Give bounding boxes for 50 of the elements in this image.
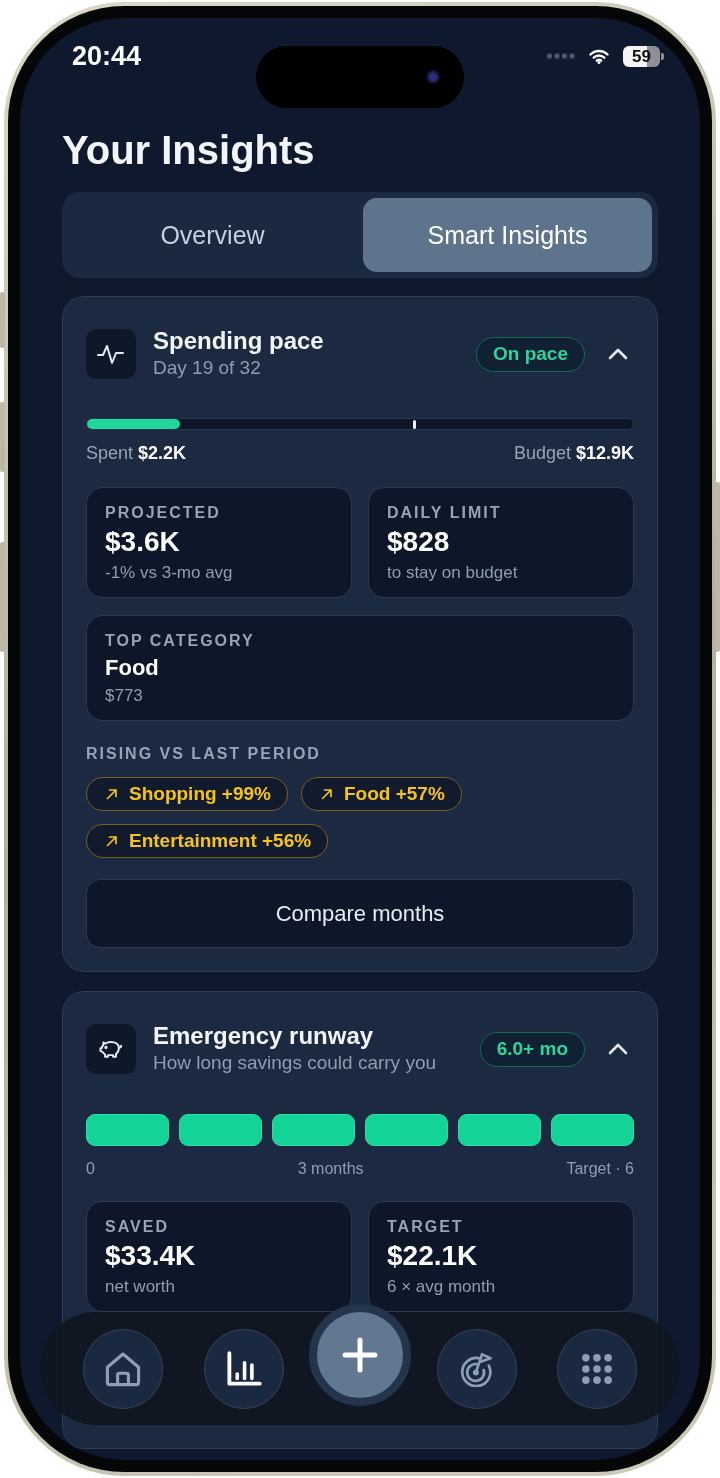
stat-label: PROJECTED	[105, 504, 222, 522]
bar-chart-icon	[225, 1350, 262, 1387]
arrow-up-right-icon	[321, 788, 333, 800]
chip-label: Shopping +99%	[129, 781, 271, 806]
stat-label: DAILY LIMIT	[387, 504, 503, 522]
stat-note: net worth	[105, 1276, 176, 1298]
stat-label: SAVED	[105, 1218, 170, 1236]
stat-note: -1% vs 3-mo avg	[105, 562, 234, 584]
battery-level: 59	[623, 45, 664, 67]
page-title: Your Insights	[62, 127, 316, 174]
wifi-icon	[589, 48, 609, 64]
target-flag-icon	[458, 1350, 495, 1387]
tab[interactable]: Smart Insights	[363, 198, 652, 272]
chip-label: Food +57%	[344, 781, 445, 806]
scale-label: 0	[86, 1159, 95, 1179]
stat-label: TARGET	[387, 1218, 465, 1236]
stat-value: $3.6K	[105, 526, 181, 558]
arrow-up-right-icon	[106, 788, 118, 800]
card-subtitle: Day 19 of 32	[153, 356, 262, 380]
compare-months-button[interactable]: Compare months	[86, 879, 634, 948]
stat-label: TOP CATEGORY	[105, 632, 256, 650]
arrow-up-right-icon	[106, 835, 118, 847]
stat-value: $828	[387, 526, 451, 558]
status-time: 20:44	[72, 42, 142, 70]
scale-label: 3 months	[297, 1159, 364, 1179]
section-label: RISING VS LAST PERIOD	[86, 744, 322, 764]
piggy-bank-icon	[86, 1024, 136, 1074]
stat-value: $22.1K	[387, 1240, 479, 1272]
stat-note: to stay on budget	[387, 562, 519, 584]
stat-note: 6 × avg month	[387, 1276, 497, 1298]
scale-label: Target · 6	[566, 1159, 634, 1179]
card-title: Spending pace	[153, 327, 325, 355]
chevron-up-icon[interactable]	[608, 348, 628, 360]
budget-amount: Budget $12.9K	[513, 442, 634, 465]
stat-value: Food	[105, 655, 160, 681]
status-badge: 6.0+ mo	[479, 1031, 585, 1067]
dots-grid-icon	[581, 1352, 613, 1385]
card-subtitle: How long savings could carry you	[153, 1051, 438, 1075]
tab[interactable]: Overview	[68, 198, 357, 272]
signal-icon	[547, 53, 575, 59]
stat-value: $33.4K	[105, 1240, 197, 1272]
chevron-up-icon[interactable]	[608, 1043, 628, 1055]
chip-label: Entertainment +56%	[129, 828, 312, 853]
card-title: Emergency runway	[153, 1022, 375, 1050]
plus-icon	[342, 1336, 378, 1373]
status-badge: On pace	[476, 336, 585, 372]
spent-amount: Spent $2.2K	[86, 442, 187, 465]
pulse-icon	[86, 329, 136, 379]
stat-note: $773	[105, 685, 144, 707]
home-icon	[105, 1350, 141, 1387]
